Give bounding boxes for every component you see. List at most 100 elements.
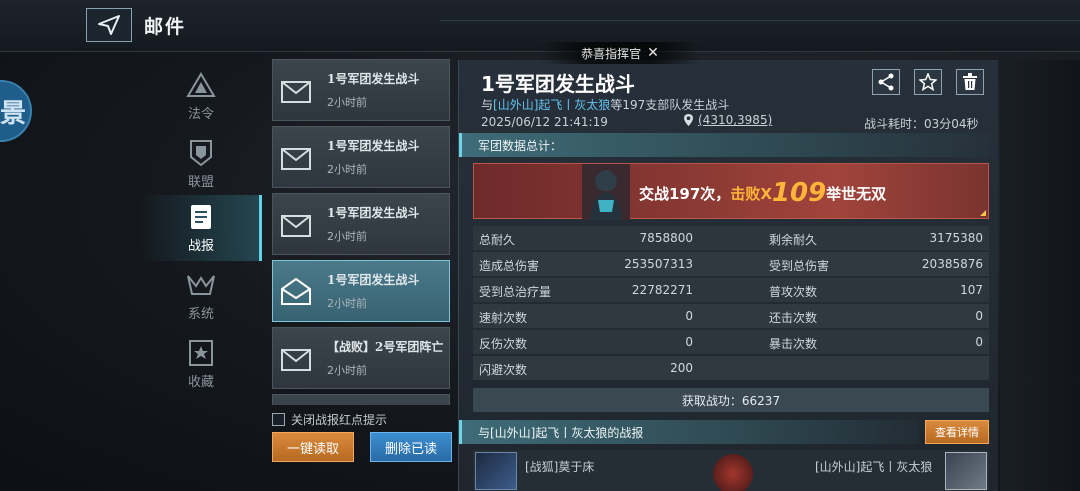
mail-title: 【战败】2号军团阵亡 bbox=[327, 340, 444, 354]
sidebar-item-decree[interactable]: 法令 bbox=[140, 63, 262, 129]
banner-text: 交战197次，击败X109举世无双 bbox=[639, 176, 887, 208]
banner-corner-mark bbox=[980, 210, 986, 216]
battle-report-icon bbox=[186, 203, 216, 231]
player-name: [战狐]莫于床 bbox=[525, 460, 595, 474]
merit-gained: 获取战功：66237 bbox=[473, 388, 989, 412]
duration-value: 03分04秒 bbox=[924, 117, 979, 131]
side-floating-button[interactable]: 景 bbox=[0, 80, 32, 142]
stat-label: 普攻次数 bbox=[769, 285, 818, 299]
sidebar-item-label: 系统 bbox=[187, 306, 214, 322]
stat-label: 受到总治疗量 bbox=[479, 285, 552, 299]
mail-item-selected[interactable]: 1号军团发生战斗 2小时前 bbox=[272, 260, 450, 322]
location-pin-icon bbox=[684, 114, 693, 126]
mail-item[interactable]: 1号军团发生战斗 2小时前 bbox=[272, 59, 450, 121]
stats-row: 速射次数 0 还击次数 0 bbox=[473, 304, 989, 328]
mail-time: 2小时前 bbox=[327, 163, 367, 176]
stat-value: 20385876 bbox=[921, 257, 983, 271]
stats-row: 反伤次数 0 暴击次数 0 bbox=[473, 330, 989, 354]
stat-label: 反伤次数 bbox=[479, 337, 528, 351]
right-edge-panel bbox=[1000, 60, 1080, 491]
mail-title: 1号军团发生战斗 bbox=[327, 139, 420, 153]
report-title: 1号军团发生战斗 bbox=[481, 72, 635, 96]
favorite-button[interactable] bbox=[914, 69, 942, 95]
duration-label: 战斗耗时： bbox=[864, 117, 925, 131]
stats-row: 造成总伤害 253507313 受到总伤害 20385876 bbox=[473, 252, 989, 276]
sidebar-item-system[interactable]: 系统 bbox=[140, 263, 262, 329]
enemy-name-link[interactable]: [山外山]起飞丨灰太狼 bbox=[493, 98, 610, 112]
mail-time: 2小时前 bbox=[327, 230, 367, 243]
sidebar-item-favorite[interactable]: 收藏 bbox=[140, 331, 262, 397]
side-floating-label: 景 bbox=[0, 98, 26, 129]
sidebar: 法令 联盟 战报 系统 收藏 bbox=[140, 55, 262, 405]
enemy-avatar bbox=[945, 452, 987, 490]
stat-value: 0 bbox=[685, 335, 693, 349]
mail-item-partial[interactable] bbox=[272, 394, 450, 405]
player-avatar bbox=[475, 452, 517, 490]
banner-kill-count: 109 bbox=[771, 178, 827, 208]
envelope-icon bbox=[281, 148, 311, 170]
stat-label: 造成总伤害 bbox=[479, 259, 540, 273]
report-actions bbox=[872, 69, 984, 95]
mail-item[interactable]: 1号军团发生战斗 2小时前 bbox=[272, 126, 450, 188]
mail-time: 2小时前 bbox=[327, 297, 367, 310]
trash-icon bbox=[963, 73, 977, 90]
battle-duration: 战斗耗时：03分04秒 bbox=[864, 115, 979, 132]
coords-link[interactable]: (4310,3985) bbox=[683, 113, 772, 127]
sidebar-item-alliance[interactable]: 联盟 bbox=[140, 131, 262, 197]
delete-button[interactable] bbox=[956, 69, 984, 95]
stat-value: 0 bbox=[685, 309, 693, 323]
system-icon bbox=[186, 271, 216, 299]
sidebar-item-label: 收藏 bbox=[187, 374, 214, 390]
report-datetime: 2025/06/12 21:41:19 bbox=[481, 115, 608, 129]
toast-text: 恭喜指挥官 bbox=[581, 46, 642, 61]
close-redpoint-toggle[interactable]: 关闭战报红点提示 bbox=[272, 411, 387, 428]
stats-table: 总耐久 7858800 剩余耐久 3175380 造成总伤害 253507313… bbox=[473, 226, 989, 380]
stat-value: 0 bbox=[975, 335, 983, 349]
stat-label: 总耐久 bbox=[479, 233, 516, 247]
stat-label: 还击次数 bbox=[769, 311, 818, 325]
checkbox[interactable] bbox=[272, 413, 285, 426]
mail-time: 2小时前 bbox=[327, 364, 367, 377]
sidebar-item-label: 联盟 bbox=[187, 174, 214, 190]
alliance-icon bbox=[186, 139, 216, 167]
delete-read-button[interactable]: 删除已读 bbox=[370, 432, 452, 462]
stat-value: 7858800 bbox=[639, 231, 693, 245]
vs-report-row[interactable]: [战狐]莫于床 [山外山]起飞丨灰太狼 bbox=[473, 450, 989, 491]
page-title: 邮件 bbox=[144, 16, 187, 38]
stat-label: 暴击次数 bbox=[769, 337, 818, 351]
decree-icon bbox=[186, 71, 216, 99]
star-icon bbox=[919, 73, 937, 91]
coords-value: (4310,3985) bbox=[698, 113, 773, 127]
stats-row: 总耐久 7858800 剩余耐久 3175380 bbox=[473, 226, 989, 250]
banner-kill-label: 击败X bbox=[730, 185, 772, 203]
envelope-icon bbox=[281, 215, 311, 237]
report-subtitle: 与[山外山]起飞丨灰太狼等197支部队发生战斗 bbox=[481, 96, 729, 113]
share-button[interactable] bbox=[872, 69, 900, 95]
mail-list[interactable]: 1号军团发生战斗 2小时前 1号军团发生战斗 2小时前 1号军团发生战斗 2小时… bbox=[270, 55, 452, 405]
stat-value: 107 bbox=[960, 283, 983, 297]
stat-value: 3175380 bbox=[929, 231, 983, 245]
view-details-button[interactable]: 查看详情 bbox=[925, 420, 989, 444]
banner-suffix: 举世无双 bbox=[826, 185, 887, 203]
stat-label: 受到总伤害 bbox=[769, 259, 830, 273]
toast-notification: 恭喜指挥官 ✕ bbox=[540, 42, 700, 64]
open-envelope-icon bbox=[281, 277, 311, 305]
stat-value: 200 bbox=[670, 361, 693, 375]
sidebar-item-battle-report[interactable]: 战报 bbox=[140, 195, 262, 261]
top-divider bbox=[440, 20, 1080, 21]
mail-item[interactable]: 【战败】2号军团阵亡 2小时前 bbox=[272, 327, 450, 389]
report-detail-panel: 1号军团发生战斗 与[山外山]起飞丨灰太狼等197支部队发生战斗 2025/06… bbox=[458, 60, 998, 491]
commander-avatar bbox=[582, 164, 630, 220]
stat-label: 速射次数 bbox=[479, 311, 528, 325]
back-button[interactable] bbox=[86, 8, 132, 42]
mail-item[interactable]: 1号军团发生战斗 2小时前 bbox=[272, 193, 450, 255]
envelope-icon bbox=[281, 81, 311, 103]
stat-value: 0 bbox=[975, 309, 983, 323]
sidebar-item-label: 战报 bbox=[187, 238, 214, 254]
stats-row: 受到总治疗量 22782271 普攻次数 107 bbox=[473, 278, 989, 302]
mail-title: 1号军团发生战斗 bbox=[327, 72, 420, 86]
vs-emblem bbox=[713, 454, 753, 491]
checkbox-label: 关闭战报红点提示 bbox=[291, 413, 388, 427]
close-icon[interactable]: ✕ bbox=[647, 45, 659, 61]
read-all-button[interactable]: 一键读取 bbox=[272, 432, 354, 462]
